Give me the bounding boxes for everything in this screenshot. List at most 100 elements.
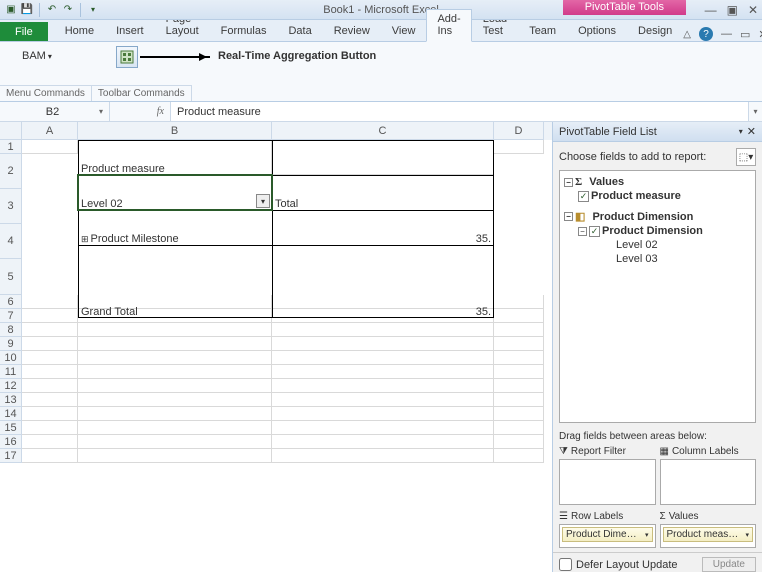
funnel-icon: ⧩ [559,446,568,457]
title-bar: ▣ 💾 ↶ ↷ ▾ Book1 - Microsoft Excel PivotT… [0,0,762,20]
pivot-grand-total-label[interactable]: Grand Total [79,246,273,318]
select-all-corner[interactable] [0,122,22,140]
row-header[interactable]: 11 [0,365,22,379]
rows-icon: ☰ [559,511,568,522]
row-header[interactable]: 12 [0,379,22,393]
row-header[interactable]: 1 [0,140,22,154]
formula-bar-expand-icon[interactable]: ▾ [748,102,762,122]
col-header-a[interactable]: A [22,122,78,140]
formula-bar-row: B2 fx Product measure ▾ [0,102,762,122]
col-header-b[interactable]: B [78,122,272,140]
row-header[interactable]: 6 [0,295,22,309]
col-header-d[interactable]: D [494,122,544,140]
row-header[interactable]: 15 [0,421,22,435]
menu-commands-group: Menu Commands [0,85,92,101]
row-header[interactable]: 8 [0,323,22,337]
tab-design[interactable]: Design [627,21,683,41]
column-labels-area[interactable] [660,459,757,505]
minimize-icon[interactable]: — [705,3,717,17]
row-header[interactable]: 9 [0,337,22,351]
pane-close-icon[interactable]: ✕ [747,125,756,138]
values-pill[interactable]: Product meas… [663,527,754,542]
cube-icon: ◧ [575,210,585,223]
undo-icon[interactable]: ↶ [45,3,59,17]
row-labels-area[interactable]: Product Dime… [559,524,656,548]
row-header[interactable]: 10 [0,351,22,365]
minimize-ribbon-icon[interactable]: △ [683,29,691,40]
excel-icon: ▣ [4,3,18,17]
row-header[interactable]: 2 [0,154,22,189]
pivot-row-item[interactable]: ⊞Product Milestone [79,211,273,245]
close-icon[interactable]: ✕ [748,3,758,17]
doc-restore-icon[interactable]: ▭ [740,28,750,41]
pivot-grand-total-value[interactable]: 35. [273,246,493,318]
tab-options[interactable]: Options [567,21,627,41]
columns-icon: ▦ [660,446,669,457]
tab-data[interactable]: Data [277,21,322,41]
field-product-dimension[interactable]: Product Dimension [602,225,703,237]
help-icon[interactable]: ? [699,27,713,41]
pivot-row-label-header[interactable]: Level 02▾ [79,176,273,210]
window-title: Book1 - Microsoft Excel [323,4,439,16]
choose-fields-label: Choose fields to add to report: [559,151,706,163]
pivot-table[interactable]: Product measure Level 02▾ Total ⊞Product… [78,140,494,318]
update-button[interactable]: Update [702,557,756,572]
qat-dropdown-icon[interactable]: ▾ [86,3,100,17]
values-area[interactable]: Product meas… [660,524,757,548]
tab-file[interactable]: File [0,22,48,41]
tab-insert[interactable]: Insert [105,21,155,41]
doc-close-icon[interactable]: ✕ [758,28,762,41]
save-icon[interactable]: 💾 [20,3,34,17]
layout-options-button[interactable]: ⬚▾ [736,148,756,166]
pivot-filter-dropdown-icon[interactable]: ▾ [256,194,270,208]
pivot-cell[interactable]: Total [273,176,493,210]
pivot-tools-contextual-tab: PivotTable Tools [563,0,686,15]
tab-view[interactable]: View [381,21,427,41]
restore-icon[interactable]: ▣ [727,3,738,17]
tab-add-ins[interactable]: Add-Ins [426,9,471,42]
row-header[interactable]: 5 [0,259,22,295]
tab-team[interactable]: Team [518,21,567,41]
bam-menu-button[interactable]: BAM [22,50,52,62]
pane-dropdown-icon[interactable]: ▾ [739,127,743,136]
collapse-icon[interactable]: − [564,212,573,221]
row-header[interactable]: 3 [0,189,22,224]
name-box[interactable]: B2 [0,102,110,121]
row-header[interactable]: 14 [0,407,22,421]
tab-formulas[interactable]: Formulas [210,21,278,41]
collapse-icon[interactable]: − [578,227,587,236]
checkbox-checked-icon[interactable]: ✓ [589,226,600,237]
col-header-c[interactable]: C [272,122,494,140]
field-tree[interactable]: −Σ Values ✓Product measure −◧ Product Di… [559,170,756,423]
quick-access-toolbar: ▣ 💾 ↶ ↷ ▾ [0,3,104,17]
sigma-icon: Σ [660,511,666,522]
worksheet-area[interactable]: A B C D 1 2 3 4 5 6 7 8 9 10 11 12 13 14… [0,122,552,572]
tab-home[interactable]: Home [54,21,105,41]
pivot-cell[interactable]: Product measure [79,141,273,175]
row-header[interactable]: 7 [0,309,22,323]
pivot-value-cell[interactable]: 35. [273,211,493,245]
pane-title: PivotTable Field List [559,126,657,138]
callout-arrow-icon [140,56,210,58]
pivot-cell[interactable] [273,141,493,175]
fx-icon[interactable]: fx [157,106,164,117]
ribbon: BAM Real-Time Aggregation Button Menu Co… [0,42,762,102]
checkbox-checked-icon[interactable]: ✓ [578,191,589,202]
report-filter-area[interactable] [559,459,656,505]
row-header[interactable]: 17 [0,449,22,463]
row-label-pill[interactable]: Product Dime… [562,527,653,542]
collapse-icon[interactable]: − [564,178,573,187]
defer-layout-checkbox[interactable] [559,558,572,571]
formula-bar[interactable]: Product measure [170,102,748,121]
field-level-03[interactable]: Level 03 [562,252,753,266]
expand-icon[interactable]: ⊞ [81,234,89,245]
redo-icon[interactable]: ↷ [61,3,75,17]
real-time-aggregation-button[interactable] [116,46,138,68]
row-header[interactable]: 16 [0,435,22,449]
field-level-02[interactable]: Level 02 [562,238,753,252]
row-header[interactable]: 4 [0,224,22,259]
field-product-measure[interactable]: Product measure [591,190,681,202]
row-header[interactable]: 13 [0,393,22,407]
tab-review[interactable]: Review [323,21,381,41]
doc-minimize-icon[interactable]: — [721,28,732,40]
